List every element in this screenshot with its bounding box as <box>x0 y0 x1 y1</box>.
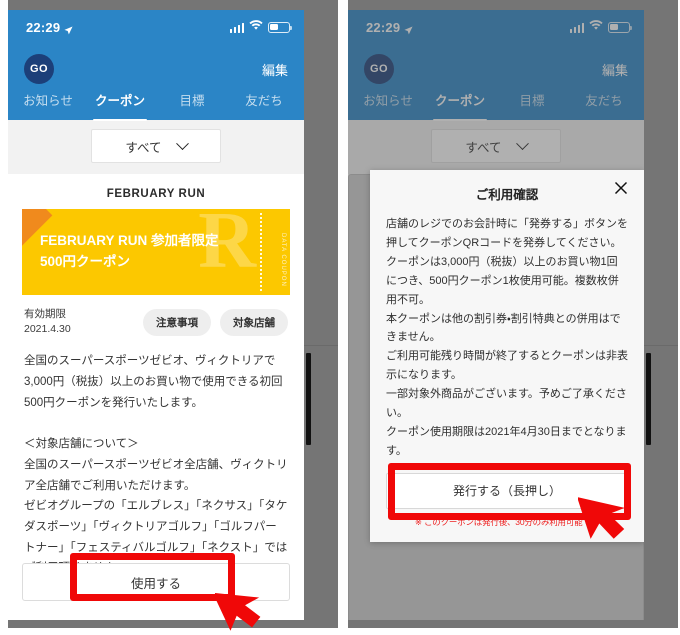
dialog-warning-note: ※ このクーポンは発行後、30分のみ利用可能です <box>414 516 600 527</box>
phone-side-button-left[interactable] <box>306 353 311 445</box>
close-icon[interactable] <box>612 181 630 199</box>
edit-button[interactable]: 編集 <box>262 60 288 79</box>
tab-bar: お知らせ クーポン 目標 友だち <box>8 88 304 121</box>
phone-side-button-right[interactable] <box>646 353 651 445</box>
category-filter-select[interactable]: すべて <box>91 129 221 163</box>
coupon-ticket[interactable]: R DATA COUPON FEBRUARY RUN 参加者限定500円クーポン <box>22 209 290 295</box>
battery-icon <box>268 21 293 33</box>
tab-goals[interactable]: 目標 <box>156 88 228 120</box>
ticket-title: FEBRUARY RUN 参加者限定500円クーポン <box>40 233 219 269</box>
phone-screen-right: 22:29 GO 編集 お知らせ クーポン 目標 友だち すべて ご利用確認 店… <box>348 10 644 620</box>
tab-friends[interactable]: 友だち <box>228 88 300 120</box>
category-filter-value: すべて <box>125 140 162 155</box>
expiry-value: 2021.4.30 <box>24 323 71 336</box>
dialog-body-text: 店舗のレジでのお会計時に「発券する」ボタンを押してクーポンQRコードを発券してく… <box>386 218 628 457</box>
dialog-title: ご利用確認 <box>475 188 539 202</box>
coupon-pill-group: 注意事項 対象店舗 <box>143 307 288 336</box>
screenshot-stage: 22:29 GO 編集 お知らせ クーポン 目標 友だち すべて FEBRUAR… <box>0 0 680 635</box>
phone-frame-left: 22:29 GO 編集 お知らせ クーポン 目標 友だち すべて FEBRUAR… <box>8 0 338 628</box>
location-arrow-icon <box>64 23 73 34</box>
phone-frame-right: 22:29 GO 編集 お知らせ クーポン 目標 友だち すべて ご利用確認 店… <box>348 0 678 628</box>
app-bar: GO 編集 <box>8 44 304 88</box>
coupon-detail-content: FEBRUARY RUN R DATA COUPON FEBRUARY RUN … <box>8 174 304 620</box>
chevron-down-icon <box>175 136 189 150</box>
tab-coupons[interactable]: クーポン <box>84 88 156 121</box>
dialog-header: ご利用確認 <box>386 181 630 215</box>
expiry-label: 有効期限 <box>24 308 66 320</box>
cellular-signal-icon <box>229 22 244 33</box>
pill-notes[interactable]: 注意事項 <box>143 309 211 336</box>
filter-band: すべて <box>8 120 304 174</box>
bezel-seam-left <box>304 345 338 346</box>
status-bar-indicators <box>229 18 293 36</box>
pill-stores[interactable]: 対象店舗 <box>220 309 288 336</box>
expiry-block: 有効期限 2021.4.30 <box>24 307 71 337</box>
bezel-seam-right <box>644 345 678 346</box>
use-coupon-button[interactable]: 使用する <box>22 563 290 601</box>
status-bar: 22:29 <box>8 10 304 44</box>
status-bar-time-group: 22:29 <box>26 20 73 35</box>
confirmation-dialog: ご利用確認 店舗のレジでのお会計時に「発券する」ボタンを押してクーポンQRコード… <box>370 170 644 542</box>
issue-coupon-button[interactable]: 発行する（長押し） <box>386 472 628 509</box>
coupon-meta-row: 有効期限 2021.4.30 注意事項 対象店舗 <box>22 295 290 337</box>
wifi-icon <box>249 18 263 36</box>
coupon-description: 全国のスーパースポーツゼビオ、ヴィクトリアで3,000円（税抜）以上のお買い物で… <box>24 355 288 574</box>
page-title: FEBRUARY RUN <box>106 188 206 200</box>
tab-notifications[interactable]: お知らせ <box>12 88 84 120</box>
phone-screen-left: 22:29 GO 編集 お知らせ クーポン 目標 友だち すべて FEBRUAR… <box>8 10 304 620</box>
avatar[interactable]: GO <box>24 54 54 84</box>
status-time: 22:29 <box>26 19 61 35</box>
